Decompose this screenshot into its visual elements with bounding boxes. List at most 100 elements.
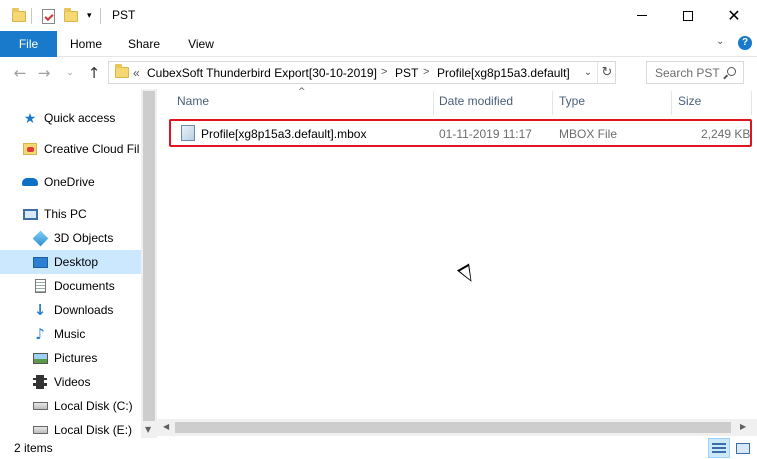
- sidebar-item-quick-access[interactable]: ★ Quick access: [0, 106, 141, 130]
- documents-icon: [32, 278, 48, 294]
- ribbon-tabs: File Home Share View ⌄ ?: [0, 31, 757, 57]
- drive-icon: [32, 422, 48, 438]
- forward-arrow-icon: →: [37, 64, 51, 82]
- toolbar-divider: [31, 8, 32, 24]
- sidebar-item-music[interactable]: ♪ Music: [0, 322, 141, 346]
- table-row[interactable]: Profile[xg8p15a3.default].mbox 01-11-201…: [169, 119, 752, 147]
- horizontal-scrollbar[interactable]: ◀ ▶: [157, 419, 757, 436]
- close-button[interactable]: ✕: [711, 0, 757, 31]
- sidebar-item-videos[interactable]: Videos: [0, 370, 141, 394]
- drive-icon: [32, 398, 48, 414]
- minimize-button[interactable]: [619, 0, 665, 31]
- large-icons-view-button[interactable]: [732, 438, 754, 458]
- file-name[interactable]: Profile[xg8p15a3.default].mbox: [201, 127, 366, 141]
- breadcrumb-separator-icon[interactable]: >: [381, 66, 387, 78]
- back-button[interactable]: ←: [10, 63, 30, 83]
- tab-share[interactable]: Share: [120, 31, 168, 57]
- sidebar-item-onedrive[interactable]: OneDrive: [0, 170, 141, 194]
- up-arrow-icon: ↑: [87, 64, 101, 82]
- help-icon: ?: [738, 36, 752, 50]
- cloud-icon: [22, 174, 38, 190]
- horizontal-scrollbar-thumb[interactable]: [175, 422, 731, 433]
- sidebar-item-documents[interactable]: Documents: [0, 274, 141, 298]
- recent-locations-button[interactable]: ⌄: [60, 63, 80, 83]
- sidebar-item-creative-cloud[interactable]: Creative Cloud Fil: [0, 137, 141, 161]
- scroll-left-icon[interactable]: ◀: [163, 422, 169, 431]
- help-button[interactable]: ?: [738, 36, 752, 50]
- column-header-date-modified[interactable]: Date modified: [439, 94, 513, 112]
- desktop-icon: [32, 254, 48, 270]
- properties-icon: [42, 8, 55, 24]
- search-box[interactable]: Search PST: [646, 61, 744, 84]
- column-divider[interactable]: [433, 91, 434, 115]
- maximize-button[interactable]: [665, 0, 711, 31]
- sidebar-item-local-disk-c[interactable]: Local Disk (C:): [0, 394, 141, 418]
- new-folder-button[interactable]: [64, 7, 78, 25]
- breadcrumb-pst[interactable]: PST: [395, 66, 418, 80]
- refresh-icon: ↻: [601, 65, 613, 80]
- search-icon: [727, 67, 736, 76]
- navigation-bar: ← → ⌄ ↑ « CubexSoft Thunderbird Export[3…: [0, 57, 757, 89]
- computer-icon: [22, 206, 38, 222]
- expand-ribbon-chevron-icon[interactable]: ⌄: [716, 36, 724, 47]
- download-arrow-icon: ↓: [33, 301, 47, 319]
- item-count: 2 items: [14, 441, 53, 455]
- cube-icon: [32, 230, 48, 246]
- close-icon: ✕: [727, 5, 741, 25]
- breadcrumb-export-folder[interactable]: CubexSoft Thunderbird Export[30-10-2019]: [147, 66, 377, 80]
- tab-home[interactable]: Home: [62, 31, 110, 57]
- scroll-right-icon[interactable]: ▶: [740, 422, 746, 431]
- sidebar-item-downloads[interactable]: ↓ Downloads: [0, 298, 141, 322]
- column-divider[interactable]: [552, 91, 553, 115]
- navigation-pane: ★ Quick access Creative Cloud Fil OneDri…: [0, 89, 157, 438]
- status-bar: 2 items: [0, 437, 757, 459]
- title-bar: ▾ PST ✕: [0, 0, 757, 31]
- folder-icon: [12, 7, 26, 25]
- star-icon: ★: [23, 109, 37, 126]
- details-view-button[interactable]: [708, 438, 730, 458]
- maximize-icon: [683, 10, 693, 21]
- file-list: ^ Name Date modified Type Size Profile[x…: [157, 87, 757, 419]
- tab-file[interactable]: File: [0, 31, 57, 57]
- pictures-icon: [32, 350, 48, 366]
- column-header-name[interactable]: Name: [177, 94, 209, 112]
- chevron-down-icon: ⌄: [66, 68, 74, 78]
- details-view-icon: [712, 443, 726, 453]
- sidebar-item-3d-objects[interactable]: 3D Objects: [0, 226, 141, 250]
- creative-cloud-folder-icon: [22, 141, 38, 157]
- toolbar-divider: [100, 8, 101, 24]
- column-divider[interactable]: [751, 91, 752, 115]
- sidebar-item-local-disk-e[interactable]: Local Disk (E:): [0, 418, 141, 438]
- breadcrumb-profile[interactable]: Profile[xg8p15a3.default]: [437, 66, 570, 80]
- address-dropdown-button[interactable]: ⌄: [579, 62, 597, 83]
- sort-ascending-icon: ^: [298, 87, 306, 97]
- film-icon: [32, 374, 48, 390]
- column-header-size[interactable]: Size: [678, 94, 701, 112]
- customize-toolbar-dropdown-icon[interactable]: ▾: [87, 7, 92, 25]
- column-header-type[interactable]: Type: [559, 94, 585, 112]
- back-arrow-icon: ←: [13, 64, 27, 82]
- mbox-file-icon: [181, 125, 195, 141]
- breadcrumb-overflow[interactable]: «: [133, 66, 140, 80]
- refresh-button[interactable]: ↻: [597, 62, 616, 83]
- tab-view[interactable]: View: [177, 31, 225, 57]
- music-note-icon: ♪: [35, 325, 45, 343]
- scroll-down-icon[interactable]: ▼: [145, 425, 151, 434]
- chevron-down-icon: ⌄: [583, 67, 593, 78]
- new-folder-icon: [64, 7, 78, 22]
- file-type: MBOX File: [559, 127, 618, 141]
- file-size: 2,249 KB: [701, 127, 751, 141]
- sidebar-item-this-pc[interactable]: This PC: [0, 202, 141, 226]
- navigation-scrollbar-thumb[interactable]: [143, 91, 155, 421]
- large-icons-view-icon: [736, 442, 750, 454]
- address-bar[interactable]: « CubexSoft Thunderbird Export[30-10-201…: [108, 61, 616, 84]
- column-divider[interactable]: [671, 91, 672, 115]
- search-input[interactable]: Search PST: [655, 66, 720, 80]
- forward-button[interactable]: →: [34, 63, 54, 83]
- up-button[interactable]: ↑: [84, 63, 104, 83]
- properties-button[interactable]: [42, 7, 55, 25]
- sidebar-item-pictures[interactable]: Pictures: [0, 346, 141, 370]
- minimize-icon: [637, 15, 647, 16]
- breadcrumb-separator-icon[interactable]: >: [423, 66, 429, 78]
- sidebar-item-desktop[interactable]: Desktop: [0, 250, 141, 274]
